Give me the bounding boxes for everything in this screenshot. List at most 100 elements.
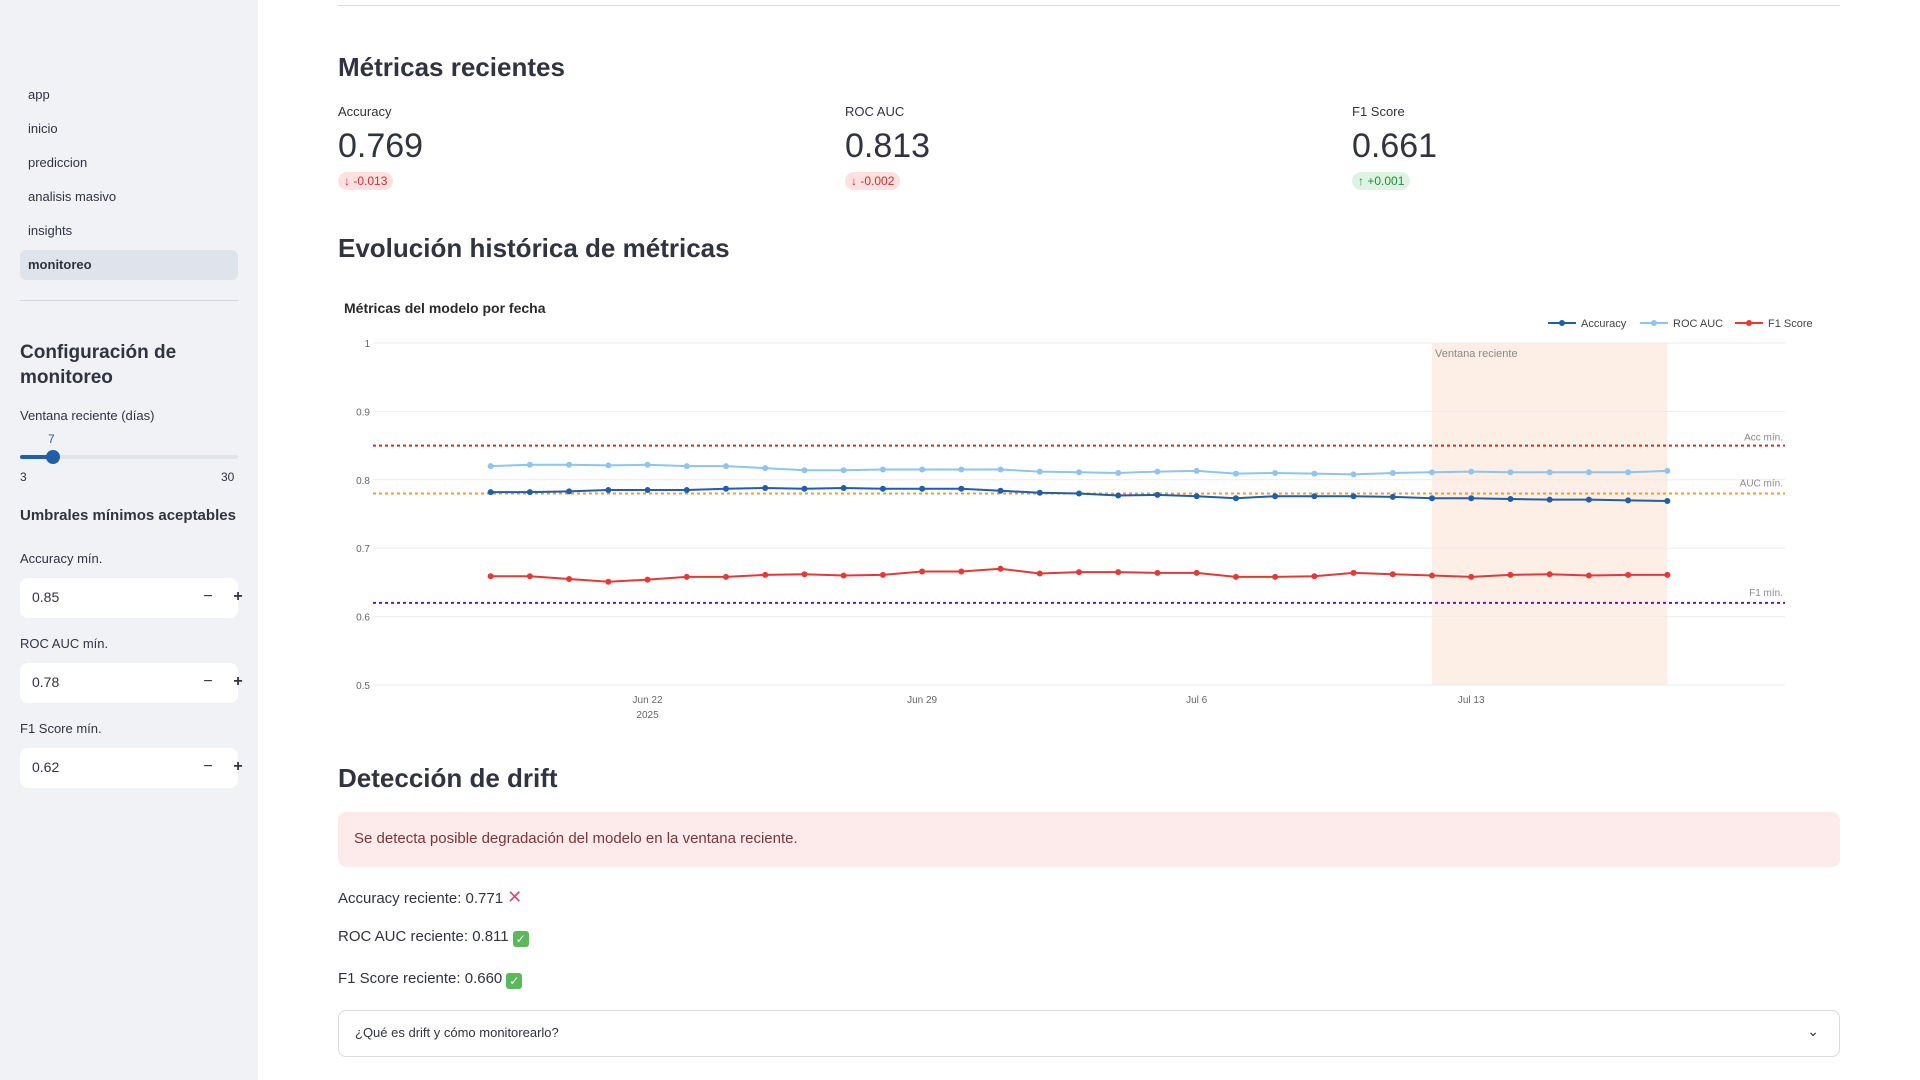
data-point [1664, 498, 1671, 505]
data-point [487, 463, 494, 470]
slider-thumb[interactable] [46, 450, 60, 464]
acc-min-increment-button[interactable]: + [226, 585, 250, 609]
arrow-down-icon: ↓ [851, 174, 861, 188]
data-point [1507, 469, 1514, 476]
auc-min-value[interactable]: 0.78 [32, 674, 59, 690]
data-point [644, 576, 651, 583]
data-point [958, 466, 965, 473]
data-point [840, 485, 847, 492]
y-tick-label: 0.7 [356, 544, 370, 555]
data-point [1625, 571, 1632, 578]
data-point [879, 571, 886, 578]
data-point [1350, 471, 1357, 478]
data-point [1664, 571, 1671, 578]
data-point [1036, 570, 1043, 577]
data-point [1664, 467, 1671, 474]
metric-value: 0.769 [338, 127, 424, 165]
data-point [762, 465, 769, 472]
legend-label: ROC AUC [1673, 318, 1723, 330]
data-point [526, 461, 533, 468]
data-point [801, 467, 808, 474]
y-tick-label: 0.8 [356, 476, 370, 487]
acc-min-input[interactable]: 0.85 − + [20, 578, 243, 618]
auc-min-increment-button[interactable]: + [226, 670, 250, 694]
nav-item-app[interactable]: app [20, 80, 238, 110]
data-point [1232, 573, 1239, 580]
nav-item-monitoreo[interactable]: monitoreo [20, 250, 238, 280]
f1-min-increment-button[interactable]: + [226, 755, 250, 779]
data-point [1193, 493, 1200, 500]
nav-item-prediccion[interactable]: prediccion [20, 148, 238, 178]
data-point [605, 462, 612, 469]
sidebar: app inicio prediccion analisis masivo in… [0, 0, 258, 1080]
data-point [1585, 572, 1592, 579]
acc-min-value[interactable]: 0.85 [32, 589, 59, 605]
data-point [997, 466, 1004, 473]
check-icon: ✓ [512, 931, 529, 947]
acc-recent-result: Accuracy reciente: 0.771 ✕ [338, 887, 522, 908]
sidebar-divider [20, 300, 238, 301]
data-point [958, 485, 965, 492]
data-point [1389, 571, 1396, 578]
threshold-label: Acc mín. [1744, 433, 1783, 444]
data-point [1389, 469, 1396, 476]
data-point [605, 487, 612, 494]
drift-heading: Detección de drift [338, 763, 558, 793]
data-point [723, 573, 729, 580]
data-point [1272, 493, 1279, 500]
y-tick-label: 0.6 [356, 613, 370, 624]
arrow-down-icon: ↓ [344, 174, 354, 188]
data-point [762, 485, 769, 492]
data-point [840, 467, 847, 474]
data-point [1076, 490, 1082, 497]
auc-min-decrement-button[interactable]: − [196, 670, 220, 694]
metric-value: 0.661 [1352, 127, 1438, 165]
data-point [1311, 573, 1318, 580]
auc-recent-result: ROC AUC reciente: 0.811 ✓ [338, 928, 529, 947]
data-point [1429, 469, 1435, 476]
data-point [1585, 469, 1592, 476]
data-point [1115, 469, 1122, 476]
data-point [723, 463, 729, 470]
f1-min-value[interactable]: 0.62 [32, 759, 59, 775]
legend-marker [1559, 320, 1565, 326]
data-point [997, 565, 1004, 572]
data-point [1389, 493, 1396, 500]
delta-value: +0.001 [1367, 174, 1405, 188]
check-icon: ✓ [506, 973, 523, 989]
f1-min-input[interactable]: 0.62 − + [20, 748, 243, 788]
data-point [958, 568, 965, 575]
chart-title: Métricas del modelo por fecha [344, 300, 546, 316]
chevron-down-icon[interactable]: ⌄ [1807, 1023, 1819, 1040]
data-point [1468, 468, 1475, 475]
data-point [1154, 468, 1161, 475]
data-point [605, 578, 612, 585]
nav-item-inicio[interactable]: inicio [20, 114, 238, 144]
legend-marker [1746, 320, 1752, 326]
data-point [1429, 495, 1435, 502]
x-tick-label: Jun 29 [907, 695, 937, 706]
arrow-up-icon: ↑ [1358, 174, 1368, 188]
window-slider[interactable] [20, 450, 238, 464]
f1-min-decrement-button[interactable]: − [196, 755, 220, 779]
nav-item-insights[interactable]: insights [20, 216, 238, 246]
data-point [1232, 470, 1239, 477]
metric-value: 0.813 [845, 127, 931, 165]
threshold-label: AUC mín. [1740, 478, 1783, 489]
data-point [1625, 497, 1632, 504]
data-point [723, 485, 729, 492]
drift-info-expander[interactable]: ¿Qué es drift y cómo monitorearlo? ⌄ [338, 1010, 1840, 1057]
data-point [1468, 573, 1475, 580]
metric-roc-auc: ROC AUC 0.813 ↓ -0.002 [845, 104, 930, 190]
acc-min-decrement-button[interactable]: − [196, 585, 220, 609]
y-tick-label: 0.9 [356, 407, 370, 418]
metrics-chart[interactable]: Métricas del modelo por fecha Ventana rec… [338, 283, 1840, 728]
legend-label: F1 Score [1768, 318, 1813, 330]
nav-item-analisis-masivo[interactable]: analisis masivo [20, 182, 238, 212]
metric-accuracy: Accuracy 0.769 ↓ -0.013 [338, 104, 423, 190]
acc-recent-text: Accuracy reciente: 0.771 [338, 890, 504, 907]
auc-min-input[interactable]: 0.78 − + [20, 663, 243, 703]
metric-delta-badge: ↓ -0.013 [338, 172, 394, 190]
data-point [683, 487, 690, 494]
auc-recent-text: ROC AUC reciente: 0.811 [338, 928, 509, 945]
